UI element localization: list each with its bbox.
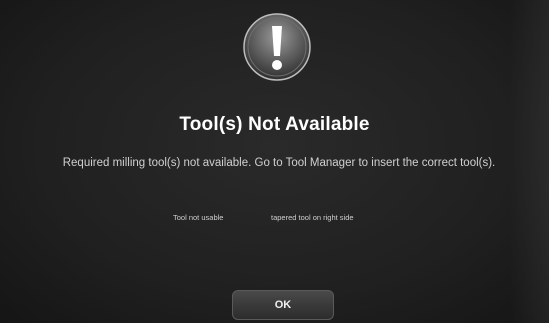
dialog-message: Required milling tool(s) not available. … <box>62 157 496 169</box>
tool-status-detail: tapered tool on right side <box>271 213 354 222</box>
exclamation-warning-icon <box>243 13 311 81</box>
tool-status-label: Tool not usable <box>173 213 224 222</box>
tool-not-available-dialog: Tool(s) Not Available Required milling t… <box>0 0 549 323</box>
ok-button[interactable]: OK <box>232 290 334 320</box>
dialog-title: Tool(s) Not Available <box>179 114 370 135</box>
